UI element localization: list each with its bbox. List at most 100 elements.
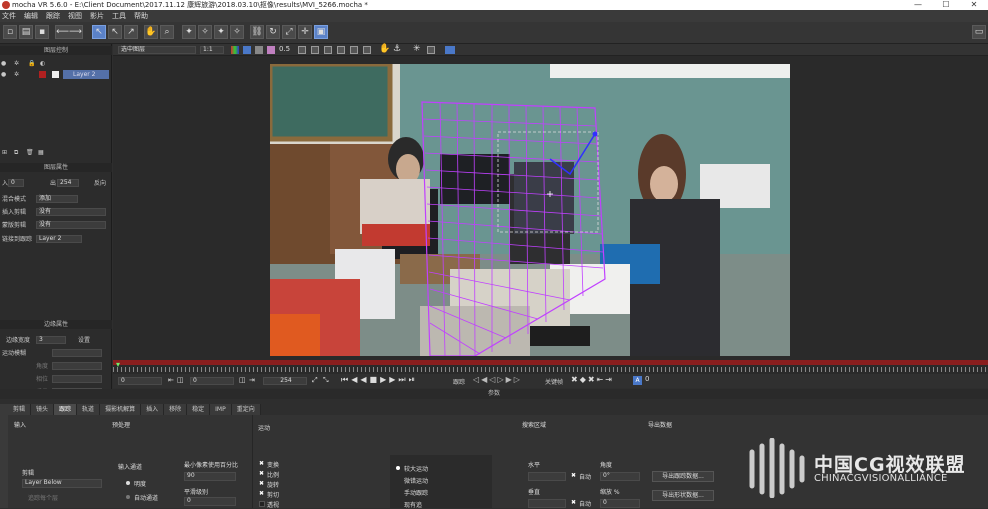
layer-name[interactable]: Layer 2 xyxy=(63,70,109,79)
color-icon[interactable]: ◐ xyxy=(40,59,45,68)
add-bezier-icon[interactable]: ✧ xyxy=(230,25,244,39)
goto-out-icon[interactable]: ◫ xyxy=(239,376,246,384)
xspline-tool-icon[interactable]: ✦ xyxy=(182,25,196,39)
insert-clip-select[interactable]: 没有 xyxy=(36,208,106,216)
tangents-icon[interactable] xyxy=(337,46,345,54)
select-point-icon[interactable]: ↖ xyxy=(108,25,122,39)
luma-radio[interactable] xyxy=(126,481,130,485)
surface-toggle-icon[interactable] xyxy=(350,46,358,54)
close-button[interactable]: ✕ xyxy=(960,0,988,10)
link-select[interactable]: Layer 2 xyxy=(36,235,82,243)
angle-field[interactable]: 0° xyxy=(600,472,640,481)
goto-in-icon[interactable]: ◫ xyxy=(177,376,184,384)
zoom-icon[interactable]: ⌕ xyxy=(160,25,174,39)
mb-phase-field[interactable] xyxy=(52,375,102,383)
menu-file[interactable]: 文件 xyxy=(2,11,16,21)
tab-camera-solve[interactable]: 摄影机解算 xyxy=(100,404,142,415)
set-out-icon[interactable]: ⇥ xyxy=(249,376,255,384)
add-xspline-icon[interactable]: ✧ xyxy=(198,25,212,39)
luma-icon[interactable] xyxy=(255,46,263,54)
open-file-icon[interactable]: ▤ xyxy=(19,25,33,39)
save-file-icon[interactable]: ▪ xyxy=(35,25,49,39)
shear-check[interactable]: ✖ xyxy=(259,490,264,497)
start-frame-field[interactable]: 0 xyxy=(118,377,162,385)
maximize-button[interactable]: ☐ xyxy=(932,0,960,10)
tab-lens[interactable]: 镜头 xyxy=(31,404,55,415)
in-field[interactable]: 0 xyxy=(8,179,24,187)
layer-visible-icon[interactable]: ● xyxy=(1,70,6,79)
large-motion-radio[interactable] xyxy=(396,466,400,470)
tab-reorient[interactable]: 重定向 xyxy=(231,404,261,415)
delete-layer-icon[interactable]: 🗑 xyxy=(26,148,34,157)
video-frame[interactable] xyxy=(270,64,790,356)
render-icon[interactable] xyxy=(427,46,435,54)
side-dock-tab[interactable] xyxy=(0,404,8,508)
auto-channel-radio[interactable] xyxy=(126,495,130,499)
clip-select[interactable]: Layer Below xyxy=(22,479,102,488)
menu-help[interactable]: 帮助 xyxy=(134,11,148,21)
menu-edit[interactable]: 编辑 xyxy=(24,11,38,21)
set-in-icon[interactable]: ⇤ xyxy=(168,376,174,384)
stabilize-icon[interactable]: ⚓ xyxy=(393,44,401,54)
scale-check[interactable]: ✖ xyxy=(259,470,264,477)
tab-track[interactable]: 跟踪 xyxy=(54,404,78,415)
end-frame-field[interactable]: 254 xyxy=(263,377,307,385)
translate-check[interactable]: ✖ xyxy=(259,460,264,467)
tab-clip[interactable]: 剪辑 xyxy=(8,404,32,415)
keyframe-buttons[interactable]: ✖◆✖⇤⇥ xyxy=(571,375,614,384)
overlay-icon[interactable] xyxy=(298,46,306,54)
planar-icon[interactable] xyxy=(324,46,332,54)
view-select[interactable]: 选中图层 xyxy=(118,46,196,54)
tab-orbit[interactable]: 轨道 xyxy=(77,404,101,415)
add-layer-icon[interactable]: ⊞ xyxy=(2,148,7,157)
track-individual-label[interactable]: 追踪每个层 xyxy=(28,493,58,502)
export-shape-button[interactable]: 导出形状数据... xyxy=(652,490,714,501)
bezier-tool-icon[interactable]: ✦ xyxy=(214,25,228,39)
reset-range-icon[interactable]: ⤡ xyxy=(323,376,329,385)
proxy-icon[interactable] xyxy=(445,46,455,54)
edge-set-button[interactable]: 设置 xyxy=(78,336,90,345)
menu-track[interactable]: 跟踪 xyxy=(46,11,60,21)
export-track-button[interactable]: 导出跟踪数据... xyxy=(652,471,714,482)
tab-insert[interactable]: 插入 xyxy=(141,404,165,415)
vertical-field[interactable] xyxy=(528,499,566,508)
scale-icon[interactable]: ⤢ xyxy=(282,25,296,39)
perspective-check[interactable] xyxy=(259,501,265,507)
current-frame-field[interactable]: 0 xyxy=(190,377,234,385)
min-pixels-field[interactable]: 90 xyxy=(184,472,236,481)
grid-icon[interactable] xyxy=(311,46,319,54)
snowflake-icon[interactable]: ✳ xyxy=(413,44,421,54)
zoom-select[interactable]: 1:1 xyxy=(200,46,224,54)
matte-clip-select[interactable]: 没有 xyxy=(36,221,106,229)
horizontal-auto-check[interactable]: ✖ xyxy=(571,472,576,479)
lock-icon[interactable]: 🔒 xyxy=(28,59,35,68)
menu-movie[interactable]: 影片 xyxy=(90,11,104,21)
move-icon[interactable]: ✛ xyxy=(298,25,312,39)
layer-cog-icon[interactable]: ✲ xyxy=(14,70,19,79)
tab-stabilize-label[interactable]: 稳定 xyxy=(187,404,211,415)
new-file-icon[interactable]: ▫ xyxy=(3,25,17,39)
menu-tools[interactable]: 工具 xyxy=(112,11,126,21)
alpha-icon[interactable] xyxy=(243,46,251,54)
eye-icon[interactable]: ● xyxy=(1,59,6,68)
trace-icon[interactable] xyxy=(363,46,371,54)
duplicate-layer-icon[interactable]: ⧉ xyxy=(14,148,18,157)
edge-width-field[interactable]: 3 xyxy=(36,336,66,344)
undo-redo-icon[interactable]: ⟵⟶ xyxy=(55,25,83,39)
hand-icon[interactable]: ✋ xyxy=(379,44,390,54)
tab-imp[interactable]: IMP xyxy=(210,404,232,415)
layer-color-swatch[interactable] xyxy=(39,71,46,78)
horizontal-field[interactable] xyxy=(528,472,566,481)
smooth-field[interactable]: 0 xyxy=(184,497,236,506)
playback-buttons[interactable]: ⏮◀◀■▶▶⏭⏯ xyxy=(341,375,418,385)
menu-view[interactable]: 视图 xyxy=(68,11,82,21)
minimize-button[interactable]: — xyxy=(904,0,932,10)
mb-angle-field[interactable] xyxy=(52,362,102,370)
zoom-percent-field[interactable]: 0 xyxy=(600,499,640,508)
group-layer-icon[interactable]: ▦ xyxy=(38,148,44,157)
out-field[interactable]: 254 xyxy=(57,179,79,187)
vertical-auto-check[interactable]: ✖ xyxy=(571,499,576,506)
select-spline-icon[interactable]: ↗ xyxy=(124,25,138,39)
layer-row[interactable]: ● ✲ Layer 2 xyxy=(0,70,112,79)
link-icon[interactable]: ⛓ xyxy=(250,25,264,39)
